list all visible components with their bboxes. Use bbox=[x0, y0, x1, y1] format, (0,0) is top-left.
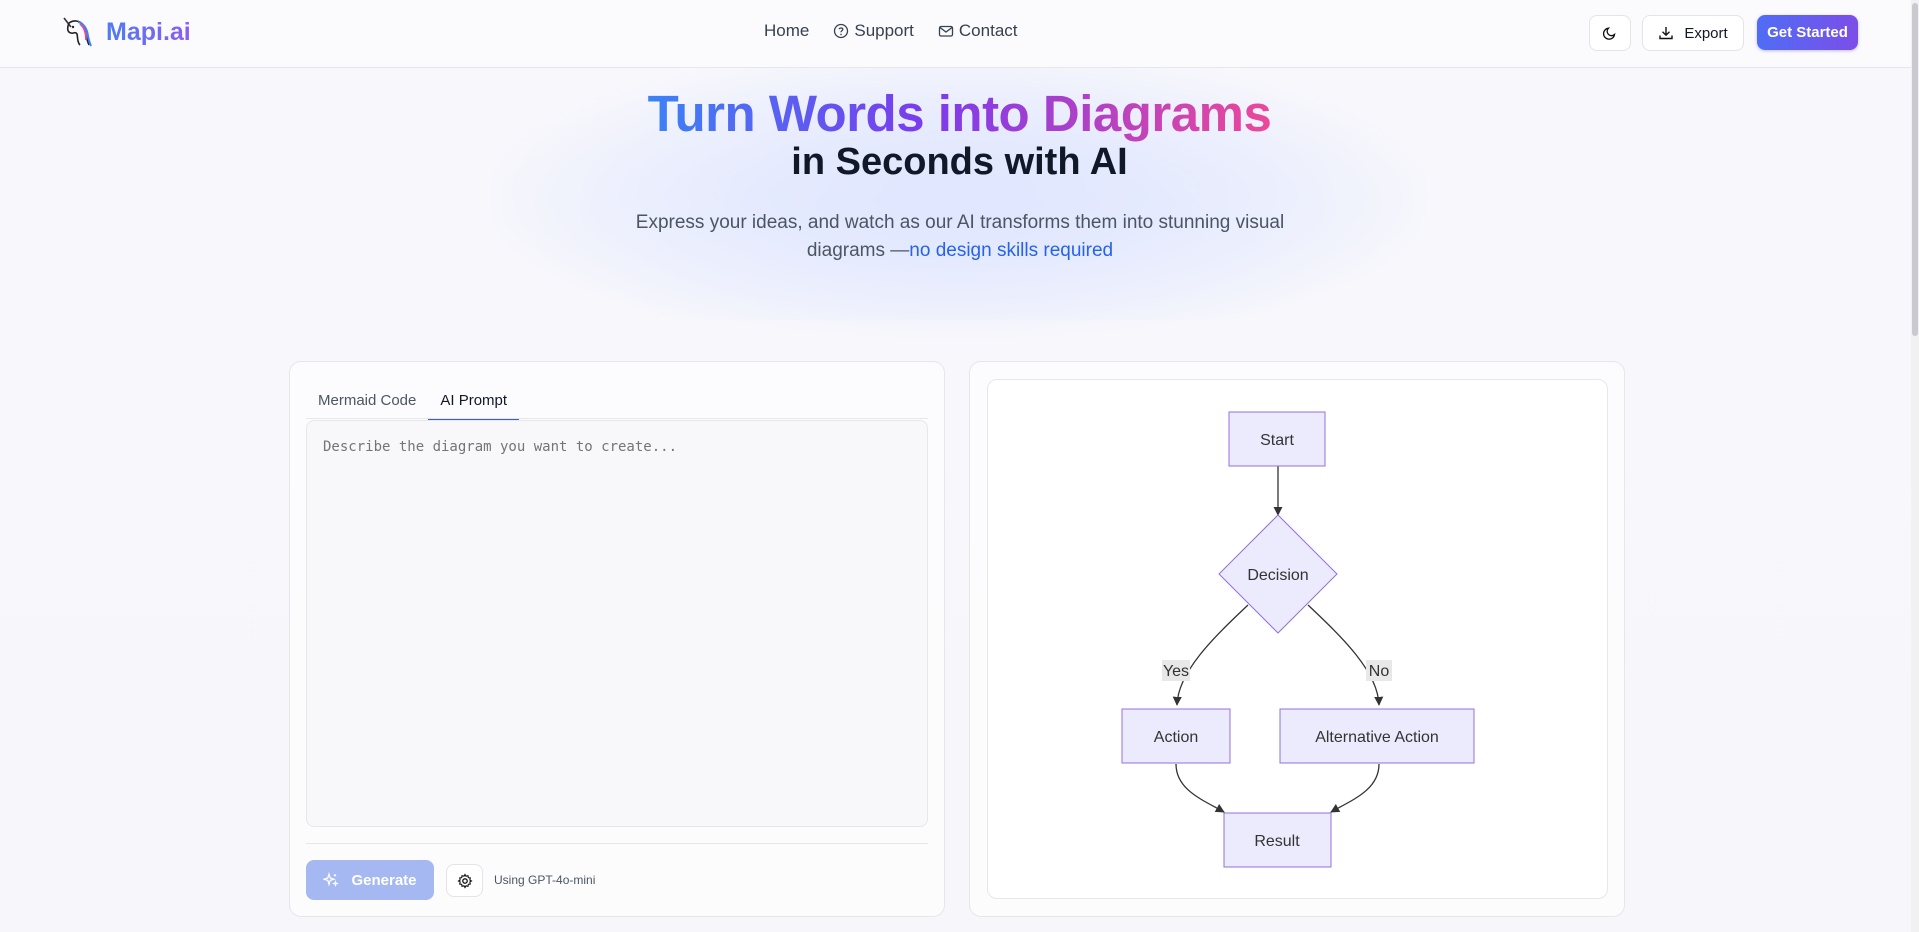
node-result[interactable]: Result bbox=[1223, 812, 1332, 868]
model-info: Using GPT-4o-mini bbox=[494, 873, 596, 887]
scrollbar-thumb[interactable] bbox=[1912, 3, 1918, 336]
node-start-label: Start bbox=[1260, 432, 1294, 449]
generate-label: Generate bbox=[351, 871, 417, 889]
unicorn-icon bbox=[63, 17, 92, 47]
node-start[interactable]: Start bbox=[1228, 411, 1326, 467]
page-scrollbar[interactable] bbox=[1911, 0, 1919, 932]
nav-support-label: Support bbox=[854, 21, 914, 40]
get-started-button[interactable]: Get Started bbox=[1757, 15, 1858, 50]
flowchart-diagram: Yes No Start Decision Action Alternative… bbox=[1121, 411, 1475, 868]
nav-home[interactable]: Home bbox=[764, 21, 809, 41]
top-navbar: Mapi.ai Home Support Contact Export Get … bbox=[0, 0, 1919, 68]
node-alternative-action-label: Alternative Action bbox=[1315, 729, 1439, 746]
nav-contact-label: Contact bbox=[958, 21, 1018, 40]
edge-alt-result bbox=[1330, 763, 1380, 813]
tabs-divider bbox=[306, 418, 928, 419]
main-nav: Home Support Contact bbox=[764, 21, 1018, 41]
node-decision-label: Decision bbox=[1247, 567, 1308, 584]
edge-label-no: No bbox=[1369, 663, 1390, 680]
moon-icon bbox=[1602, 27, 1616, 40]
sparkles-icon bbox=[323, 872, 340, 888]
export-label: Export bbox=[1684, 24, 1728, 42]
edge-decision-alt bbox=[1307, 604, 1384, 706]
node-alternative-action[interactable]: Alternative Action bbox=[1279, 708, 1475, 764]
mail-icon bbox=[938, 25, 954, 37]
export-button[interactable]: Export bbox=[1642, 15, 1744, 51]
edge-label-yes: Yes bbox=[1163, 663, 1189, 680]
hero-title: Turn Words into Diagrams bbox=[0, 84, 1919, 143]
nav-contact[interactable]: Contact bbox=[938, 21, 1018, 41]
editor-tabs: Mermaid Code AI Prompt bbox=[306, 386, 520, 421]
nav-home-label: Home bbox=[764, 21, 810, 40]
generate-button[interactable]: Generate bbox=[306, 860, 434, 900]
brand-logo[interactable]: Mapi.ai bbox=[58, 14, 191, 50]
settings-button[interactable] bbox=[446, 864, 483, 897]
nav-support[interactable]: Support bbox=[833, 21, 914, 41]
node-result-label: Result bbox=[1254, 833, 1300, 850]
tab-ai-prompt[interactable]: AI Prompt bbox=[428, 386, 520, 421]
download-icon bbox=[1659, 27, 1674, 40]
hero-subtitle: in Seconds with AI bbox=[791, 141, 1128, 183]
editor-footer-divider bbox=[306, 843, 928, 844]
hero-description-highlight: no design skills required bbox=[909, 240, 1114, 261]
gear-icon bbox=[456, 872, 473, 889]
hero-title-text: Turn Words into Diagrams bbox=[647, 85, 1272, 142]
help-circle-icon bbox=[834, 23, 849, 39]
node-action[interactable]: Action bbox=[1121, 708, 1231, 764]
tab-mermaid-code[interactable]: Mermaid Code bbox=[306, 386, 428, 421]
node-action-label: Action bbox=[1154, 729, 1198, 746]
editor-panel: Mermaid Code AI Prompt Generate Using GP… bbox=[289, 361, 945, 917]
edge-action-result bbox=[1175, 763, 1225, 813]
hero-description: Express your ideas, and watch as our AI … bbox=[600, 209, 1320, 265]
edge-decision-action bbox=[1172, 604, 1249, 706]
theme-toggle-button[interactable] bbox=[1589, 15, 1631, 51]
preview-panel: Yes No Start Decision Action Alternative… bbox=[969, 361, 1625, 917]
brand-name: Mapi.ai bbox=[106, 17, 191, 46]
prompt-input[interactable] bbox=[306, 420, 928, 827]
diagram-canvas[interactable]: Yes No Start Decision Action Alternative… bbox=[987, 379, 1608, 899]
